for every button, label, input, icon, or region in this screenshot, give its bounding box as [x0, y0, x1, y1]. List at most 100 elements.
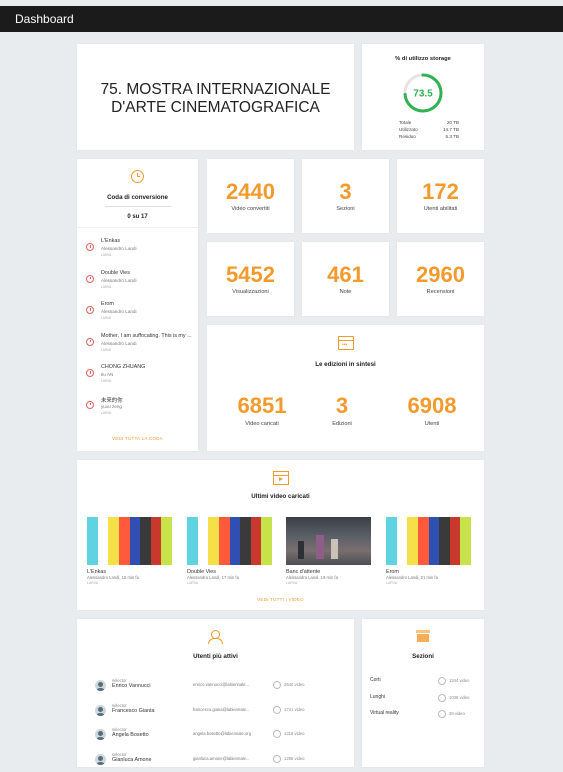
- user-email: gianluca.amone@labiennale...: [193, 755, 250, 761]
- section-row[interactable]: Lunghi 1038 video: [370, 692, 478, 708]
- queue-item-status: LARVA: [101, 347, 112, 352]
- user-row[interactable]: selector Angela Bosetto angela.bosetto@lab…: [95, 727, 355, 747]
- video-meta: Alessandro Landi, 21 min fa: [386, 575, 438, 580]
- user-email: francesco.giana@labiennale...: [193, 706, 250, 712]
- section-count: 39 video: [438, 710, 465, 718]
- section-row[interactable]: Virtual reality 39 video: [370, 708, 478, 724]
- storage-row-value: 20 TB: [446, 120, 459, 125]
- summary-item: 3 Edizioni: [302, 393, 382, 428]
- user-name: Angela Bosetto: [112, 732, 149, 738]
- active-users-card: Utenti più attivi selector Enrico Vannucc…: [77, 619, 354, 767]
- festival-title-line2: D'ARTE CINEMATOGRAFICA: [111, 99, 320, 116]
- queue-item-status: LARVA: [101, 253, 112, 257]
- stat-label: Sezioni: [336, 206, 355, 212]
- page-title: Dashboard: [15, 12, 74, 26]
- section-row[interactable]: Corti 1344 video: [370, 675, 478, 691]
- queue-item-author: Ilu AN: [101, 372, 114, 377]
- stat-label: Recensioni: [426, 289, 455, 295]
- storage-row-label: Residuo: [399, 134, 416, 139]
- pending-clock-icon: [86, 400, 94, 409]
- user-name: Gianluca Amone: [112, 756, 152, 763]
- stat-label: Note: [339, 289, 352, 295]
- stat-card: 2960 Recensioni: [397, 242, 484, 316]
- queue-item-title: Erom: [101, 301, 114, 307]
- avatar: [95, 753, 106, 765]
- stat-card: 461 Note: [302, 242, 389, 316]
- queue-item-status: LARVA: [101, 410, 112, 415]
- video-icon: [438, 710, 446, 718]
- summary-item: 6851 Video caricati: [222, 395, 302, 428]
- video-thumbnail[interactable]: [87, 517, 172, 565]
- stat-value: 172: [422, 179, 459, 204]
- queue-item[interactable]: Double Vies Alessandro Landi LARVA: [77, 267, 198, 295]
- festival-card: 75. MOSTRA INTERNAZIONALE D'ARTE CINEMAT…: [77, 44, 354, 150]
- video-icon: [273, 681, 281, 689]
- section-count-text: 39 video: [449, 711, 465, 717]
- storage-row-value: 5.3 TB: [445, 134, 459, 139]
- summary-item: 6908 Utenti: [392, 393, 472, 428]
- queue-count: 0 su 17: [127, 214, 148, 220]
- queue-item-title: Mother, I am suffocating. This is my ...: [101, 332, 192, 339]
- user-video-count: 1296 video: [273, 754, 305, 763]
- stat-label: Utenti abilitati: [423, 206, 458, 212]
- queue-item[interactable]: CHONG ZHUANG Ilu AN LARVA: [77, 361, 198, 389]
- section-count-text: 1344 video: [449, 678, 470, 684]
- sections-title: Sezioni: [412, 653, 434, 660]
- video-icon: [273, 705, 281, 714]
- storage-title: % di utilizzo storage: [395, 56, 451, 62]
- latest-videos-card: Ultimi video caricati L'Enkas Alessandro …: [77, 460, 484, 610]
- stat-value: 461: [327, 262, 364, 287]
- video-thumbnail[interactable]: [286, 517, 371, 565]
- user-count-text: 1296 video: [284, 755, 305, 761]
- section-count: 1038 video: [438, 693, 470, 702]
- queue-item-status: LARVA: [101, 316, 112, 320]
- queue-item-title: L'Enkas: [101, 238, 121, 244]
- video-meta: Alessandro Landi, 15 min fa: [87, 575, 139, 580]
- queue-item[interactable]: Erom Alessandro Landi LARVA: [77, 298, 198, 326]
- user-row[interactable]: selector Francesco Gianta francesco.giana@…: [95, 703, 355, 723]
- storage-percent: 73.5: [413, 89, 433, 100]
- queue-item-author: Alessandro Landi: [101, 246, 137, 251]
- video-icon: [438, 677, 446, 685]
- storage-row: Utilizzato 14.7 TB: [399, 127, 459, 134]
- video-icon: [438, 693, 446, 702]
- film-icon: [273, 471, 289, 485]
- storage-row: Residuo 5.3 TB: [399, 134, 459, 141]
- queue-item-status: LARVA: [101, 379, 112, 383]
- pending-clock-icon: [86, 243, 94, 251]
- queue-item[interactable]: L'Enkas Alessandro Landi LARVA: [77, 235, 198, 263]
- video-thumbnail[interactable]: [187, 517, 272, 565]
- summary-value: 6908: [407, 393, 457, 418]
- section-name: Lunghi: [370, 693, 386, 700]
- user-name: Enrico Vannucci: [112, 683, 151, 689]
- summary-title: Le edizioni in sintesi: [315, 361, 376, 368]
- queue-item[interactable]: 未来的你 yuxu zeng LARVA: [77, 393, 198, 421]
- storage-row-label: Utilizzato: [399, 127, 418, 132]
- storage-row: Totale 20 TB: [399, 120, 459, 127]
- user-row[interactable]: selector Gianluca Amone gianluca.amone@lab…: [95, 752, 355, 772]
- view-videos-link[interactable]: VEDI TUTTI I VIDEO: [77, 597, 484, 602]
- avatar: [95, 729, 106, 740]
- queue-item-author: Alessandro Landi: [101, 340, 137, 346]
- summary-label: Utenti: [424, 421, 440, 427]
- video-thumbnail[interactable]: [386, 517, 471, 565]
- summary-value: 3: [335, 393, 349, 418]
- video-status: LARVA: [286, 581, 298, 585]
- queue-title: Coda di conversione: [107, 194, 168, 201]
- storage-details: Totale 20 TB Utilizzato 14.7 TB Residuo 5.3 T…: [399, 120, 459, 141]
- user-row[interactable]: selector Enrico Vannucci enrico.vannucci@l…: [95, 678, 355, 698]
- user-name: Francesco Gianta: [112, 707, 155, 714]
- pending-clock-icon: [86, 337, 94, 346]
- section-name: Corti: [370, 677, 381, 683]
- pending-clock-icon: [86, 274, 94, 283]
- video-status: LARVA: [87, 581, 99, 585]
- queue-item[interactable]: Mother, I am suffocating. This is my ...…: [77, 330, 198, 358]
- user-video-count: 1316 video: [273, 730, 305, 738]
- top-bar: Dashboard: [0, 6, 563, 32]
- section-count: 1344 video: [438, 677, 470, 685]
- view-queue-link[interactable]: VEDI TUTTA LA CODA: [77, 436, 198, 441]
- sections-card: Sezioni Corti 1344 video Lunghi 1038 video V…: [362, 619, 484, 767]
- festival-title-line1: 75. MOSTRA INTERNAZIONALE: [100, 81, 331, 98]
- video-icon: [273, 730, 281, 738]
- users-icon: [208, 630, 223, 644]
